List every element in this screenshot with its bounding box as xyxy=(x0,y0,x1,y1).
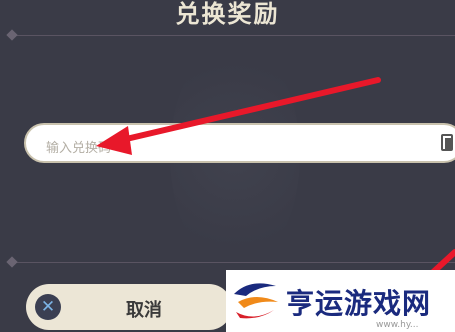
watermark-text: 亨运游戏网 xyxy=(286,287,432,320)
watermark-logo-icon xyxy=(234,283,278,319)
watermark: 亨运游戏网 www.hy... xyxy=(226,270,455,332)
watermark-url: www.hy... xyxy=(376,320,419,330)
annotation-arrow xyxy=(96,77,381,155)
